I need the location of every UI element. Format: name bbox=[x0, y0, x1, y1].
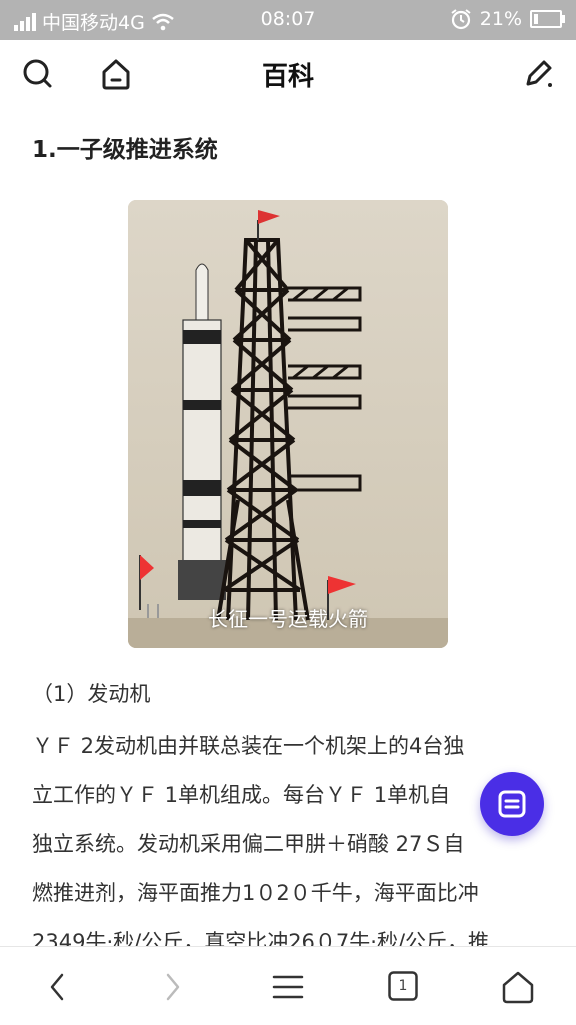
battery-icon bbox=[530, 10, 565, 28]
floating-note-button[interactable] bbox=[480, 772, 544, 836]
battery-percent: 21% bbox=[479, 8, 522, 30]
bottom-nav-bar: 1 bbox=[0, 946, 576, 1025]
paragraph-line: 2349牛·秒/公斤，真空比冲26０7牛·秒/公斤，推 bbox=[32, 930, 490, 946]
back-icon[interactable] bbox=[38, 967, 78, 1007]
home-icon[interactable] bbox=[498, 967, 538, 1007]
status-right: 21% bbox=[450, 8, 565, 30]
paragraph-line: ＹＦ 2发动机由并联总装在一个机架上的4台独 bbox=[32, 734, 465, 758]
page-title: 百科 bbox=[261, 62, 314, 92]
paragraph-line: 立工作的ＹＦ 1单机组成。每台ＹＦ 1单机自 bbox=[32, 783, 451, 807]
note-icon bbox=[498, 790, 526, 818]
menu-icon[interactable] bbox=[268, 967, 308, 1007]
forward-icon[interactable] bbox=[152, 967, 192, 1007]
article-paragraph: ＹＦ 2发动机由并联总装在一个机架上的4台独 立工作的ＹＦ 1单机组成。每台ＹＦ… bbox=[32, 722, 546, 946]
tab-count: 1 bbox=[398, 978, 408, 994]
image-caption: 长征一号运载火箭 bbox=[208, 607, 368, 631]
paragraph-line: 独立系统。发动机采用偏二甲肼＋硝酸 27Ｓ自 bbox=[32, 832, 465, 856]
rocket-launch-illustration bbox=[128, 200, 448, 648]
tabs-icon[interactable]: 1 bbox=[388, 971, 418, 1001]
alarm-icon bbox=[451, 9, 471, 30]
section-title: 1.一子级推进系统 bbox=[32, 137, 218, 163]
edit-icon[interactable] bbox=[520, 56, 556, 92]
top-bar: 百科 bbox=[0, 40, 576, 108]
subheading: （1）发动机 bbox=[32, 682, 151, 706]
paragraph-line: 燃推进剂，海平面推力1０2０千牛，海平面比冲 bbox=[32, 881, 479, 905]
status-bar: 中国移动4G 08:07 21% bbox=[0, 0, 576, 40]
rocket-photo[interactable]: 长征一号运载火箭 bbox=[128, 200, 448, 648]
